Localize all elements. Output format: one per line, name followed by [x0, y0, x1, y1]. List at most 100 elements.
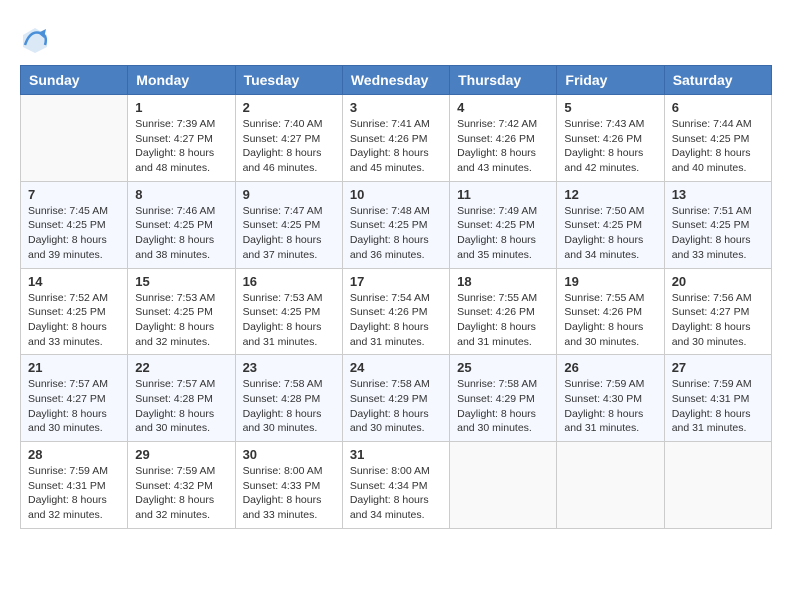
- day-number: 2: [243, 100, 335, 115]
- calendar-cell: 20 Sunrise: 7:56 AM Sunset: 4:27 PM Dayli…: [664, 268, 771, 355]
- day-number: 14: [28, 274, 120, 289]
- day-number: 12: [564, 187, 656, 202]
- calendar-cell: 16 Sunrise: 7:53 AM Sunset: 4:25 PM Dayli…: [235, 268, 342, 355]
- day-number: 13: [672, 187, 764, 202]
- day-number: 28: [28, 447, 120, 462]
- calendar-cell: 2 Sunrise: 7:40 AM Sunset: 4:27 PM Daylig…: [235, 95, 342, 182]
- day-number: 11: [457, 187, 549, 202]
- day-info: Sunrise: 7:49 AM Sunset: 4:25 PM Dayligh…: [457, 204, 549, 263]
- day-header-friday: Friday: [557, 66, 664, 95]
- calendar-cell: 11 Sunrise: 7:49 AM Sunset: 4:25 PM Dayli…: [450, 181, 557, 268]
- day-info: Sunrise: 7:55 AM Sunset: 4:26 PM Dayligh…: [564, 291, 656, 350]
- calendar-cell: 6Sunrise: 7:44 AM Sunset: 4:25 PM Daylig…: [664, 95, 771, 182]
- calendar-cell: 18 Sunrise: 7:55 AM Sunset: 4:26 PM Dayli…: [450, 268, 557, 355]
- day-info: Sunrise: 7:57 AM Sunset: 4:27 PM Dayligh…: [28, 377, 120, 436]
- day-number: 22: [135, 360, 227, 375]
- day-info: Sunrise: 7:53 AM Sunset: 4:25 PM Dayligh…: [243, 291, 335, 350]
- day-info: Sunrise: 8:00 AM Sunset: 4:34 PM Dayligh…: [350, 464, 442, 523]
- day-header-tuesday: Tuesday: [235, 66, 342, 95]
- day-number: 25: [457, 360, 549, 375]
- day-info: Sunrise: 7:59 AM Sunset: 4:31 PM Dayligh…: [28, 464, 120, 523]
- day-info: Sunrise: 7:46 AM Sunset: 4:25 PM Dayligh…: [135, 204, 227, 263]
- calendar-cell: 8 Sunrise: 7:46 AM Sunset: 4:25 PM Daylig…: [128, 181, 235, 268]
- day-number: 17: [350, 274, 442, 289]
- day-number: 18: [457, 274, 549, 289]
- calendar-cell: 15Sunrise: 7:53 AM Sunset: 4:25 PM Dayli…: [128, 268, 235, 355]
- day-number: 27: [672, 360, 764, 375]
- day-info: Sunrise: 7:39 AM Sunset: 4:27 PM Dayligh…: [135, 117, 227, 176]
- day-number: 6: [672, 100, 764, 115]
- calendar-cell: 4 Sunrise: 7:42 AM Sunset: 4:26 PM Daylig…: [450, 95, 557, 182]
- day-number: 21: [28, 360, 120, 375]
- calendar-cell: [664, 442, 771, 529]
- day-info: Sunrise: 7:58 AM Sunset: 4:29 PM Dayligh…: [457, 377, 549, 436]
- calendar-cell: 13Sunrise: 7:51 AM Sunset: 4:25 PM Dayli…: [664, 181, 771, 268]
- day-info: Sunrise: 7:54 AM Sunset: 4:26 PM Dayligh…: [350, 291, 442, 350]
- day-number: 23: [243, 360, 335, 375]
- day-header-saturday: Saturday: [664, 66, 771, 95]
- calendar-week-row: 21 Sunrise: 7:57 AM Sunset: 4:27 PM Dayli…: [21, 355, 772, 442]
- calendar-cell: 27Sunrise: 7:59 AM Sunset: 4:31 PM Dayli…: [664, 355, 771, 442]
- calendar-cell: [21, 95, 128, 182]
- calendar-week-row: 7 Sunrise: 7:45 AM Sunset: 4:25 PM Daylig…: [21, 181, 772, 268]
- day-number: 4: [457, 100, 549, 115]
- calendar-cell: 26 Sunrise: 7:59 AM Sunset: 4:30 PM Dayli…: [557, 355, 664, 442]
- calendar-header-row: SundayMondayTuesdayWednesdayThursdayFrid…: [21, 66, 772, 95]
- calendar-cell: 17 Sunrise: 7:54 AM Sunset: 4:26 PM Dayli…: [342, 268, 449, 355]
- calendar-cell: 14 Sunrise: 7:52 AM Sunset: 4:25 PM Dayli…: [21, 268, 128, 355]
- day-number: 1: [135, 100, 227, 115]
- calendar-cell: 10 Sunrise: 7:48 AM Sunset: 4:25 PM Dayli…: [342, 181, 449, 268]
- calendar-cell: 19Sunrise: 7:55 AM Sunset: 4:26 PM Dayli…: [557, 268, 664, 355]
- day-info: Sunrise: 7:58 AM Sunset: 4:28 PM Dayligh…: [243, 377, 335, 436]
- day-number: 24: [350, 360, 442, 375]
- day-info: Sunrise: 7:58 AM Sunset: 4:29 PM Dayligh…: [350, 377, 442, 436]
- calendar-week-row: 28 Sunrise: 7:59 AM Sunset: 4:31 PM Dayli…: [21, 442, 772, 529]
- calendar-cell: 3 Sunrise: 7:41 AM Sunset: 4:26 PM Daylig…: [342, 95, 449, 182]
- day-number: 30: [243, 447, 335, 462]
- day-header-monday: Monday: [128, 66, 235, 95]
- calendar-cell: 9 Sunrise: 7:47 AM Sunset: 4:25 PM Daylig…: [235, 181, 342, 268]
- day-info: Sunrise: 7:40 AM Sunset: 4:27 PM Dayligh…: [243, 117, 335, 176]
- day-info: Sunrise: 7:47 AM Sunset: 4:25 PM Dayligh…: [243, 204, 335, 263]
- day-number: 7: [28, 187, 120, 202]
- calendar-cell: 24 Sunrise: 7:58 AM Sunset: 4:29 PM Dayli…: [342, 355, 449, 442]
- day-info: Sunrise: 7:41 AM Sunset: 4:26 PM Dayligh…: [350, 117, 442, 176]
- day-info: Sunrise: 7:45 AM Sunset: 4:25 PM Dayligh…: [28, 204, 120, 263]
- day-info: Sunrise: 7:42 AM Sunset: 4:26 PM Dayligh…: [457, 117, 549, 176]
- calendar-cell: 28 Sunrise: 7:59 AM Sunset: 4:31 PM Dayli…: [21, 442, 128, 529]
- day-header-sunday: Sunday: [21, 66, 128, 95]
- day-number: 10: [350, 187, 442, 202]
- day-info: Sunrise: 7:59 AM Sunset: 4:30 PM Dayligh…: [564, 377, 656, 436]
- calendar-cell: 1 Sunrise: 7:39 AM Sunset: 4:27 PM Daylig…: [128, 95, 235, 182]
- calendar-cell: 7 Sunrise: 7:45 AM Sunset: 4:25 PM Daylig…: [21, 181, 128, 268]
- calendar-cell: 23 Sunrise: 7:58 AM Sunset: 4:28 PM Dayli…: [235, 355, 342, 442]
- day-info: Sunrise: 7:43 AM Sunset: 4:26 PM Dayligh…: [564, 117, 656, 176]
- calendar-cell: [557, 442, 664, 529]
- logo-icon: [20, 25, 50, 55]
- day-number: 26: [564, 360, 656, 375]
- day-info: Sunrise: 7:57 AM Sunset: 4:28 PM Dayligh…: [135, 377, 227, 436]
- day-number: 3: [350, 100, 442, 115]
- calendar-cell: 22 Sunrise: 7:57 AM Sunset: 4:28 PM Dayli…: [128, 355, 235, 442]
- calendar-cell: 5 Sunrise: 7:43 AM Sunset: 4:26 PM Daylig…: [557, 95, 664, 182]
- day-header-wednesday: Wednesday: [342, 66, 449, 95]
- header: [20, 20, 772, 55]
- day-number: 29: [135, 447, 227, 462]
- day-number: 20: [672, 274, 764, 289]
- day-info: Sunrise: 7:52 AM Sunset: 4:25 PM Dayligh…: [28, 291, 120, 350]
- day-number: 8: [135, 187, 227, 202]
- day-info: Sunrise: 7:55 AM Sunset: 4:26 PM Dayligh…: [457, 291, 549, 350]
- day-number: 31: [350, 447, 442, 462]
- day-info: Sunrise: 7:59 AM Sunset: 4:32 PM Dayligh…: [135, 464, 227, 523]
- day-info: Sunrise: 7:53 AM Sunset: 4:25 PM Dayligh…: [135, 291, 227, 350]
- calendar-cell: [450, 442, 557, 529]
- day-number: 9: [243, 187, 335, 202]
- day-header-thursday: Thursday: [450, 66, 557, 95]
- day-info: Sunrise: 7:48 AM Sunset: 4:25 PM Dayligh…: [350, 204, 442, 263]
- day-info: Sunrise: 8:00 AM Sunset: 4:33 PM Dayligh…: [243, 464, 335, 523]
- calendar-table: SundayMondayTuesdayWednesdayThursdayFrid…: [20, 65, 772, 529]
- day-number: 5: [564, 100, 656, 115]
- day-number: 16: [243, 274, 335, 289]
- logo: [20, 25, 52, 55]
- day-info: Sunrise: 7:56 AM Sunset: 4:27 PM Dayligh…: [672, 291, 764, 350]
